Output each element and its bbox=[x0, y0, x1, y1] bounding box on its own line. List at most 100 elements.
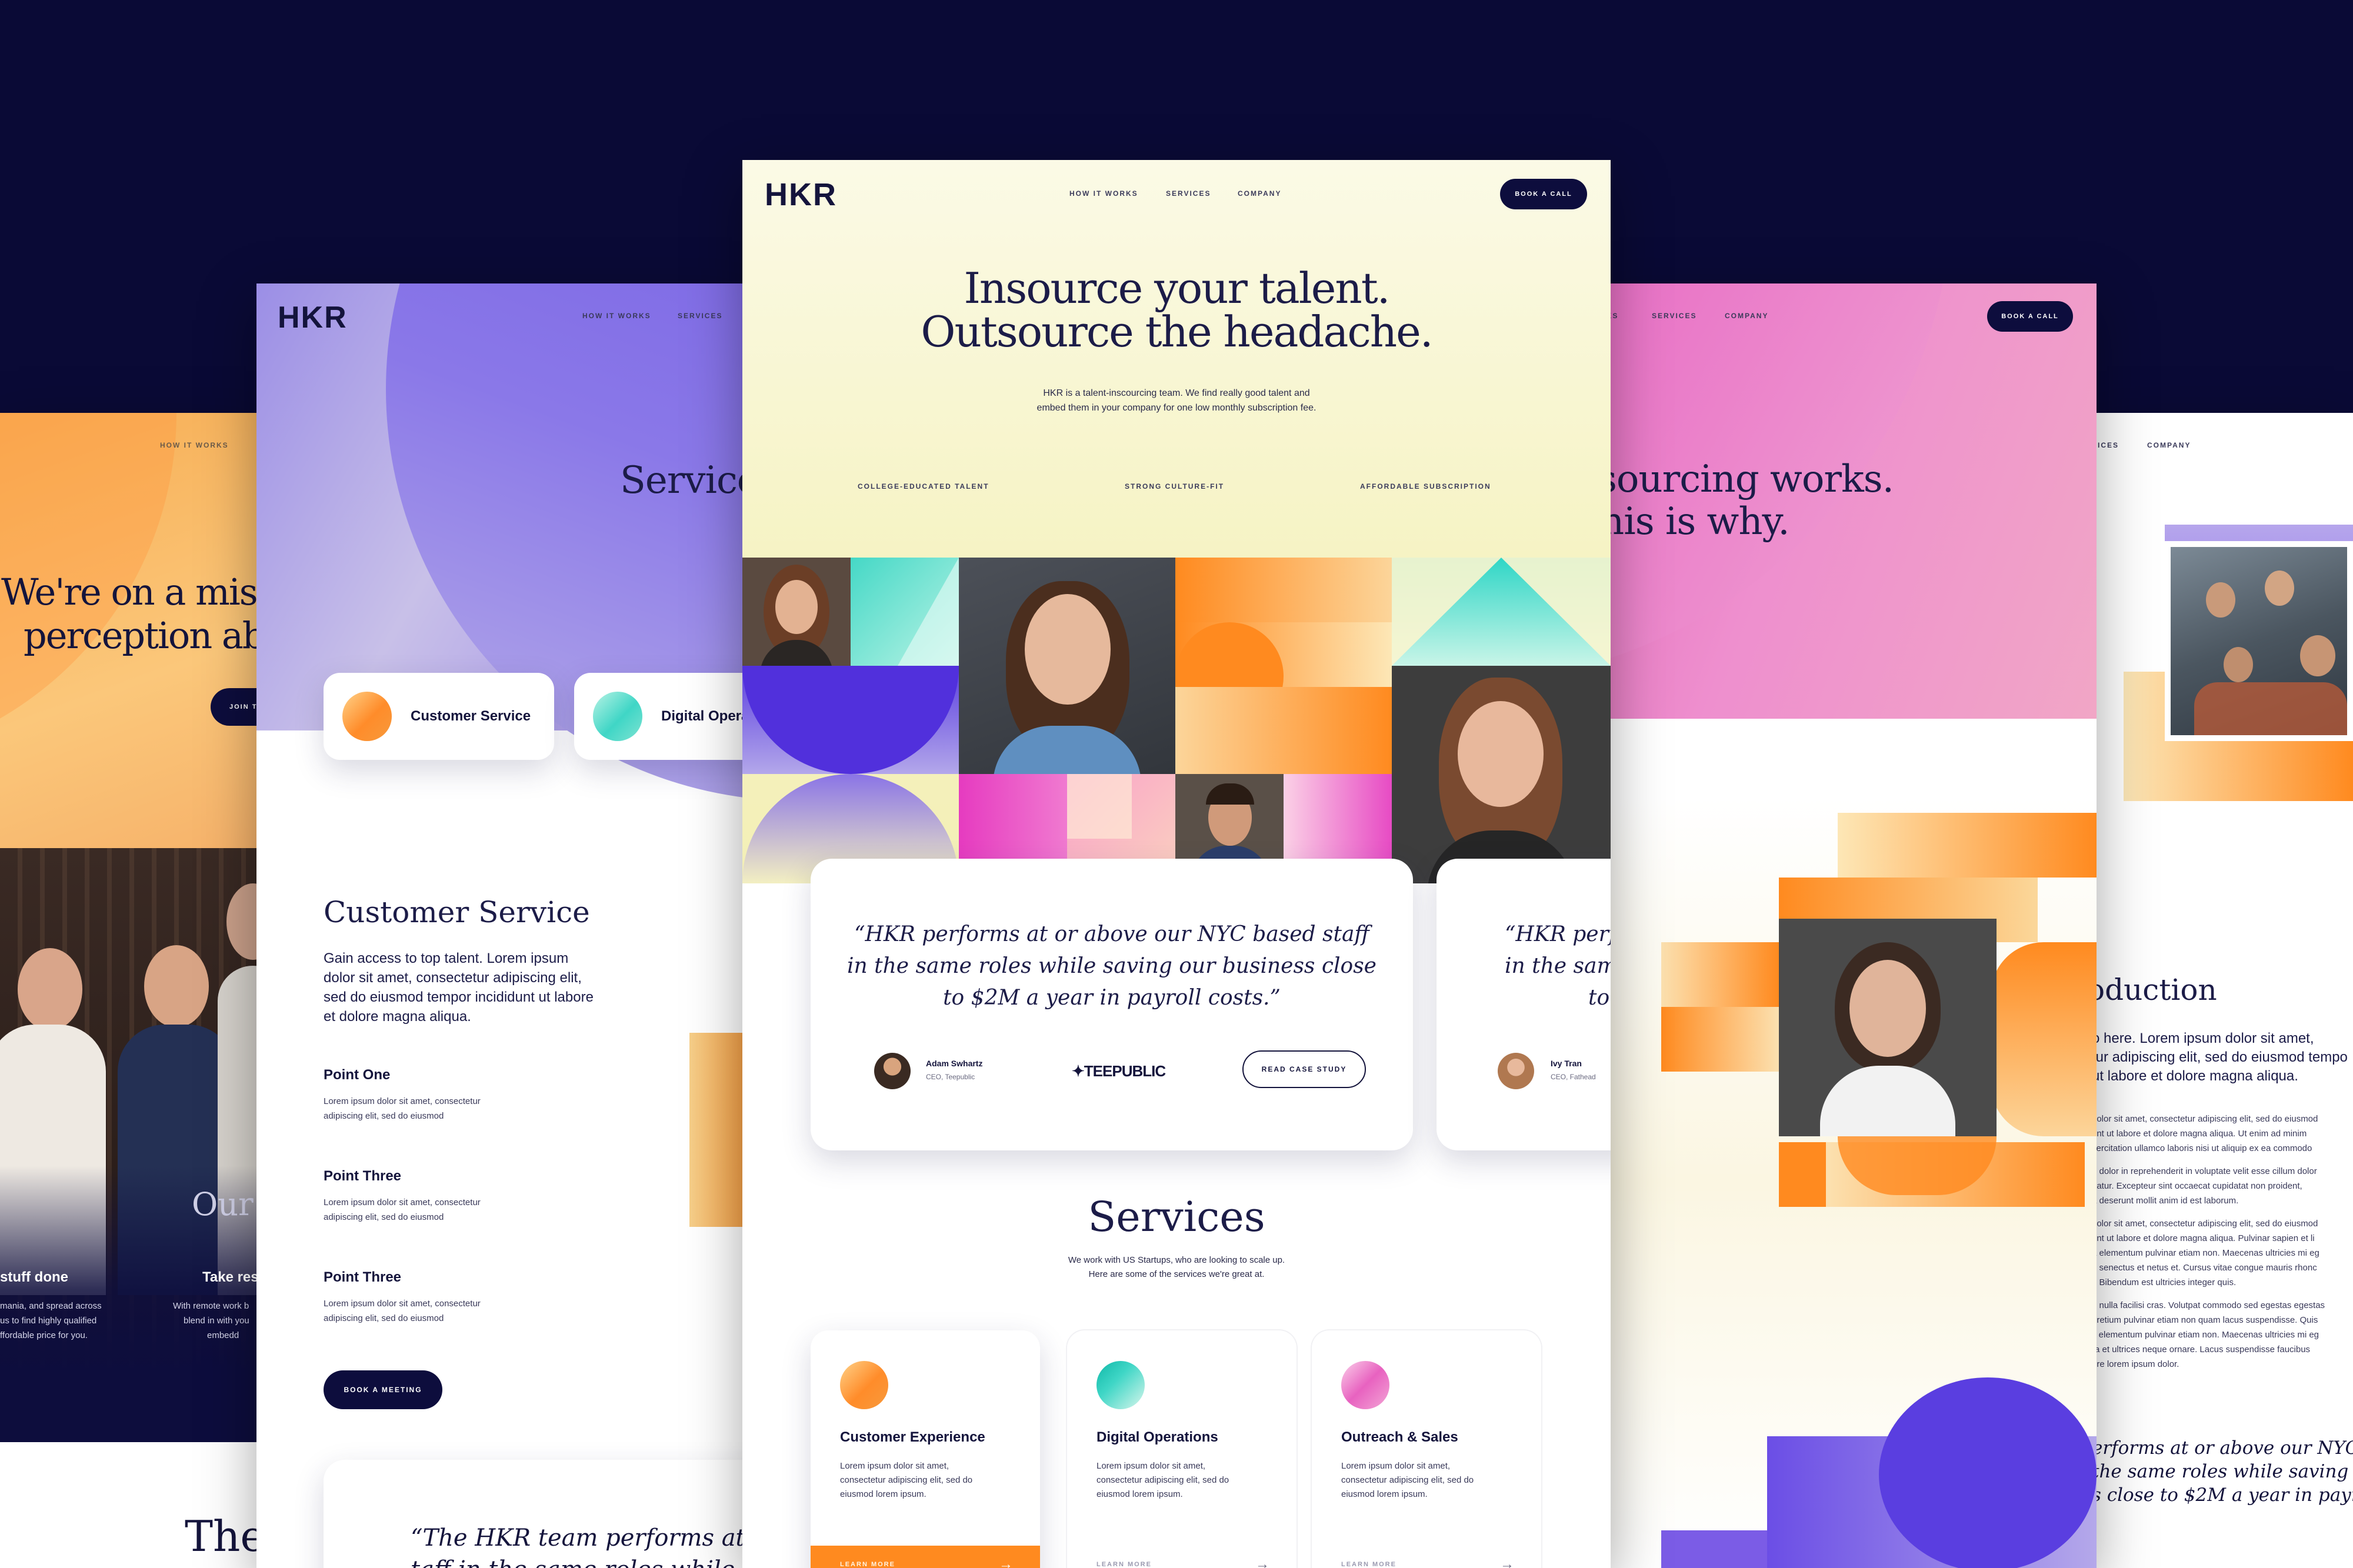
main-hero-title-1: Insource your talent. bbox=[964, 263, 1390, 313]
main-hero-sub-1: HKR is a talent-inscourcing team. We fin… bbox=[1043, 388, 1310, 398]
far-left-nav-how[interactable]: How it works bbox=[160, 441, 229, 449]
service-card-outreach-sales[interactable]: Outreach & Sales Lorem ipsum dolor sit a… bbox=[1312, 1330, 1541, 1568]
far-left-col2-line1: With remote work b bbox=[173, 1301, 249, 1311]
main-nav-how-it-works[interactable]: How it works bbox=[1069, 189, 1138, 198]
far-left-col1-line3: ffordable price for you. bbox=[0, 1330, 88, 1340]
far-right-body-line: pretium pulvinar etiam non quam lacus su… bbox=[2092, 1315, 2318, 1325]
far-left-col1-title: stuff done bbox=[0, 1269, 68, 1285]
left-point-2-title: Point Three bbox=[324, 1168, 402, 1184]
far-left-col1-line1: mania, and spread across bbox=[0, 1301, 102, 1311]
far-left-bottom-title: The bbox=[185, 1512, 265, 1561]
left-section-body-1: Gain access to top talent. Lorem ipsum bbox=[324, 950, 569, 966]
arrow-right-icon: → bbox=[1500, 1556, 1514, 1568]
right-mosaic bbox=[1661, 813, 2097, 1254]
far-right-body-line: unt ut labore et dolore magna aliqua. Ut… bbox=[2092, 1129, 2307, 1139]
far-right-body-line: ere lorem ipsum dolor. bbox=[2092, 1359, 2179, 1369]
main-read-case-study-button[interactable]: Read case study bbox=[1242, 1050, 1366, 1088]
left-point-3-title: Point Three bbox=[324, 1269, 402, 1285]
service-card-body-1: Lorem ipsum dolor sit amet, bbox=[840, 1461, 949, 1471]
main-nav-services[interactable]: Services bbox=[1166, 189, 1211, 198]
peek-person: Ivy Tran bbox=[1551, 1059, 1582, 1068]
orange-circle-icon bbox=[342, 692, 392, 741]
main-quote-line1: “HKR performs at or above our NYC based … bbox=[854, 922, 1369, 946]
main-portrait-large-woman bbox=[959, 558, 1175, 774]
far-right-intro-1: o here. Lorem ipsum dolor sit amet, bbox=[2092, 1030, 2314, 1046]
service-card-learn-more[interactable]: Learn more → bbox=[811, 1546, 1040, 1568]
main-portrait-small-woman bbox=[742, 558, 851, 666]
far-left-page: How it works We're on a miss perception … bbox=[0, 413, 265, 1568]
left-quote-line1: “The HKR team performs at or abo bbox=[411, 1524, 751, 1552]
arrow-right-icon: → bbox=[999, 1556, 1013, 1568]
far-left-title-2: perception abo bbox=[24, 614, 265, 657]
learn-more-label[interactable]: Learn more bbox=[1341, 1561, 1397, 1568]
far-right-body-line: riatur. Excepteur sint occaecat cupidata… bbox=[2092, 1181, 2302, 1191]
service-card-body-1: Lorem ipsum dolor sit amet, bbox=[1096, 1461, 1206, 1471]
far-right-body-line: unt ut labore et dolore magna aliqua. Pu… bbox=[2092, 1233, 2315, 1243]
main-quote-person: Adam Swhartz bbox=[926, 1059, 983, 1068]
far-left-team-photo bbox=[0, 848, 265, 1442]
orange-circle-icon bbox=[840, 1361, 888, 1409]
main-mosaic bbox=[742, 558, 1611, 883]
learn-more-label[interactable]: Learn more bbox=[1096, 1561, 1152, 1568]
left-section-body-4: et dolore magna aliqua. bbox=[324, 1009, 471, 1025]
main-book-call-button[interactable]: Book a call bbox=[1500, 179, 1587, 209]
right-nav-company[interactable]: Company bbox=[1725, 312, 1768, 320]
teal-circle-icon bbox=[593, 692, 642, 741]
peek-role: CEO, Fathead bbox=[1551, 1073, 1596, 1081]
main-services-title: Services bbox=[1088, 1193, 1265, 1241]
far-right-quote-3: s close to $2M a year in payroll co bbox=[2092, 1484, 2353, 1506]
right-portrait bbox=[1779, 919, 1997, 1136]
far-right-body-line: s elementum pulvinar etiam non. Maecenas… bbox=[2092, 1330, 2319, 1340]
left-section-body-3: sed do eiusmod tempor incididunt ut labo… bbox=[324, 989, 594, 1005]
arrow-right-icon: → bbox=[1255, 1556, 1269, 1568]
left-book-meeting-button[interactable]: Book a meeting bbox=[324, 1370, 442, 1409]
left-tab-label-2: Digital Opera bbox=[661, 708, 749, 724]
left-section-body-2: dolor sit amet, consectetur adipiscing e… bbox=[324, 970, 582, 986]
main-logo[interactable]: HKR bbox=[765, 176, 837, 213]
left-logo[interactable]: HKR bbox=[278, 300, 348, 335]
left-orange-shape bbox=[689, 1033, 751, 1227]
far-left-title-1: We're on a miss bbox=[1, 571, 265, 613]
right-nav-services[interactable]: Services bbox=[1652, 312, 1697, 320]
right-title-1: sourcing works. bbox=[1600, 458, 1894, 501]
left-section-title: Customer Service bbox=[324, 895, 590, 929]
main-hero-title-2: Outsource the headache. bbox=[921, 307, 1433, 356]
left-tab-customer-service[interactable]: Customer Service bbox=[324, 673, 554, 760]
main-feature-subscription: Affordable subscription bbox=[1360, 482, 1491, 491]
service-card-body-2: consectetur adipiscing elit, sed do bbox=[1341, 1475, 1474, 1485]
far-right-quote-2: the same roles while saving our bbox=[2092, 1461, 2353, 1482]
main-nav-company[interactable]: Company bbox=[1238, 189, 1281, 198]
peek-quote-line1: “HKR perf bbox=[1505, 922, 1611, 946]
far-right-body-line: xercitation ullamco laboris nisi ut aliq… bbox=[2092, 1143, 2312, 1153]
main-hero-sub-2: embed them in your company for one low m… bbox=[1036, 403, 1317, 413]
left-quote-line2: taff in the same roles while bbox=[411, 1556, 735, 1568]
service-card-title: Customer Experience bbox=[840, 1429, 985, 1445]
left-point-1-title: Point One bbox=[324, 1067, 391, 1083]
peek-quote-line3: to bbox=[1588, 986, 1610, 1010]
left-nav-how[interactable]: How it works bbox=[582, 312, 651, 320]
service-card-body-3: eiusmod lorem ipsum. bbox=[1341, 1489, 1428, 1499]
service-card-body-1: Lorem ipsum dolor sit amet, bbox=[1341, 1461, 1451, 1471]
left-nav-services[interactable]: Services bbox=[678, 312, 722, 320]
far-right-page: vices Company oduction o here. Lorem ips… bbox=[2088, 413, 2353, 1568]
service-card-title: Digital Operations bbox=[1096, 1429, 1218, 1445]
service-card-body-3: eiusmod lorem ipsum. bbox=[1096, 1489, 1183, 1499]
right-title-2: his is why. bbox=[1600, 500, 1790, 543]
far-right-group-photo bbox=[2165, 541, 2353, 741]
left-tab-digital-operations[interactable]: Digital Opera bbox=[574, 673, 751, 760]
learn-more-label: Learn more bbox=[840, 1561, 895, 1568]
far-right-body-line: a deserunt mollit anim id est laborum. bbox=[2092, 1196, 2239, 1206]
right-book-call-button[interactable]: Book a call bbox=[1987, 301, 2073, 332]
main-page: HKR How it works Services Company Book a… bbox=[742, 160, 1611, 1568]
far-left-col2-line3: embedd bbox=[207, 1330, 239, 1340]
far-right-nav-company[interactable]: Company bbox=[2147, 441, 2191, 449]
service-card-body-2: consectetur adipiscing elit, sed do bbox=[1096, 1475, 1229, 1485]
teepublic-logo-icon: ✦ bbox=[1072, 1062, 1085, 1080]
left-point-1-line2: adipiscing elit, sed do eiusmod bbox=[324, 1111, 444, 1121]
far-right-intro-3: ut labore et dolore magna aliqua. bbox=[2092, 1068, 2298, 1084]
main-feature-talent: College-educated talent bbox=[858, 482, 989, 491]
left-point-1-line1: Lorem ipsum dolor sit amet, consectetur bbox=[324, 1096, 481, 1106]
service-card-customer-experience[interactable]: Customer Experience Lorem ipsum dolor si… bbox=[811, 1330, 1040, 1568]
service-card-body-2: consectetur adipiscing elit, sed do bbox=[840, 1475, 973, 1485]
service-card-digital-operations[interactable]: Digital Operations Lorem ipsum dolor sit… bbox=[1067, 1330, 1297, 1568]
